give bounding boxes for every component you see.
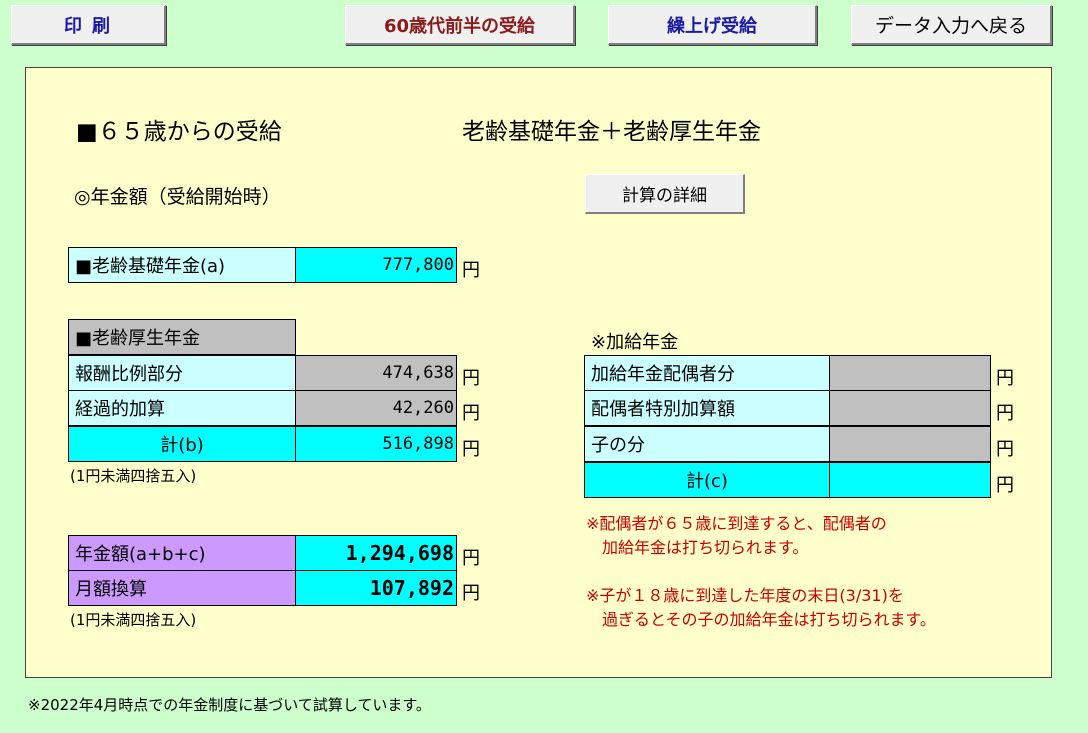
pension-type-title: 老齢基礎年金＋老齢厚生年金 [462,119,761,145]
basic-pension-unit: 円 [462,260,480,281]
additional-row-unit: 円 [996,439,1014,460]
monthly-amount-label: 月額換算 [68,570,296,606]
monthly-amount-unit: 円 [462,583,480,604]
spouse-cutoff-note: ※配偶者が６５歳に到達すると、配偶者の 加給年金は打ち切られます。 [586,514,887,557]
rounding-note: (1円未満四捨五入) [70,611,197,629]
additional-total-unit: 円 [996,475,1014,496]
print-button[interactable]: 印刷 [11,5,166,45]
additional-row-unit: 円 [996,368,1014,389]
additional-pension-header: ※加給年金 [591,332,679,353]
welfare-pension-header: ■老齢厚生年金 [68,319,296,355]
early-benefit-button[interactable]: 繰上げ受給 [608,5,817,45]
welfare-total-unit: 円 [462,439,480,460]
annual-amount-label: 年金額(a+b+c) [68,535,296,571]
welfare-row-label: 経過的加算 [68,390,296,426]
basic-pension-value: 777,800 [295,247,457,283]
welfare-row-value: 474,638 [295,355,457,391]
annual-amount-unit: 円 [462,548,480,569]
additional-row-label: 子の分 [584,426,830,462]
welfare-row-unit: 円 [462,368,480,389]
page-title: ■６５歳からの受給 [76,119,282,145]
additional-row-label: 配偶者特別加算額 [584,390,830,426]
additional-row-value [829,390,991,426]
footer-note: ※2022年4月時点での年金制度に基づいて試算しています。 [28,696,431,714]
calc-detail-button[interactable]: 計算の詳細 [585,174,745,214]
welfare-row-value: 42,260 [295,390,457,426]
welfare-row-unit: 円 [462,403,480,424]
sixties-benefit-button[interactable]: 60歳代前半の受給 [345,5,575,45]
welfare-row-label: 報酬比例部分 [68,355,296,391]
additional-total-value [829,462,991,498]
welfare-total-value: 516,898 [295,426,457,462]
additional-row-label: 加給年金配偶者分 [584,355,830,391]
child-cutoff-note: ※子が１８歳に到達した年度の末日(3/31)を 過ぎるとその子の加給年金は打ち切… [586,586,936,629]
rounding-note: (1円未満四捨五入) [70,467,197,485]
additional-total-label: 計(c) [584,462,830,498]
main-panel: ■６５歳からの受給 老齢基礎年金＋老齢厚生年金 ◎年金額（受給開始時） 計算の詳… [25,67,1052,678]
annual-amount-value: 1,294,698 [295,535,457,571]
back-to-input-button[interactable]: データ入力へ戻る [851,5,1052,45]
additional-row-value [829,426,991,462]
welfare-total-label: 計(b) [68,426,296,462]
monthly-amount-value: 107,892 [295,570,457,606]
basic-pension-label: ■老齢基礎年金(a) [68,247,296,283]
amount-heading: ◎年金額（受給開始時） [74,186,281,208]
additional-row-value [829,355,991,391]
additional-row-unit: 円 [996,403,1014,424]
